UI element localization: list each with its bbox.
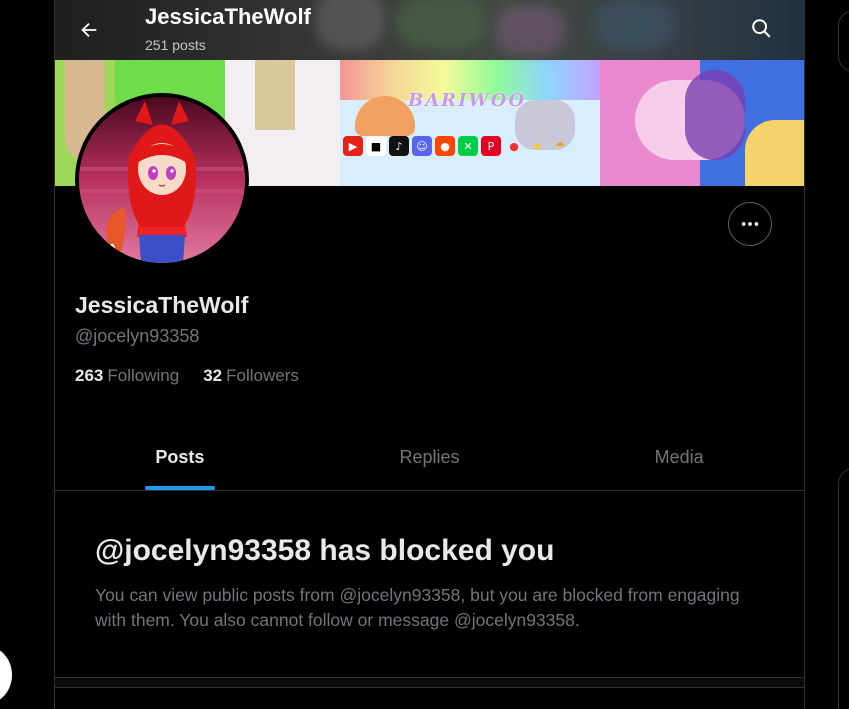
avatar-image <box>79 97 245 263</box>
header-post-count: 251 posts <box>145 37 206 53</box>
blocked-notice-title: @jocelyn93358 has blocked you <box>95 534 555 567</box>
banner-app-icons: ▶ ■ ♪ ☺ ● ✕ P ● ★ ☂ <box>343 136 570 156</box>
mushroom-icon: ● <box>509 139 519 153</box>
rainbow-icon: ☂ <box>555 139 565 153</box>
tab-replies-label: Replies <box>399 446 460 467</box>
banner-logo-text: BARIWOO <box>408 90 527 111</box>
tab-posts[interactable]: Posts <box>55 424 305 490</box>
tab-media-label: Media <box>654 446 704 467</box>
more-options-button[interactable] <box>728 202 772 246</box>
star-icon: ★ <box>532 139 542 153</box>
following-link[interactable]: 263 Following <box>75 366 179 386</box>
arrow-left-icon <box>81 22 97 38</box>
youtube-icon: ▶ <box>343 136 363 156</box>
profile-tabs: Posts Replies Media <box>55 424 804 491</box>
deviantart-icon: ✕ <box>458 136 478 156</box>
profile-header-bar: JessicaTheWolf 251 posts <box>55 0 804 60</box>
tiktok-icon: ♪ <box>389 136 409 156</box>
reddit-icon: ● <box>435 136 455 156</box>
tab-media[interactable]: Media <box>554 424 804 490</box>
followers-count: 32 <box>203 366 223 385</box>
profile-stats: 263 Following 32 Followers <box>75 366 299 386</box>
page: JessicaTheWolf 251 posts BARIWOO ▶ ■ ♪ ☺… <box>0 0 849 709</box>
discord-icon: ☺ <box>412 136 432 156</box>
following-count: 263 <box>75 366 104 385</box>
search-icon <box>752 19 771 38</box>
right-sidebar-panel-edge <box>838 468 849 709</box>
following-label: Following <box>107 366 180 385</box>
back-button[interactable] <box>69 10 109 50</box>
section-divider <box>55 677 804 688</box>
right-sidebar-edge <box>838 10 849 72</box>
followers-link[interactable]: 32 Followers <box>203 366 299 386</box>
followers-label: Followers <box>226 366 299 385</box>
profile-column: JessicaTheWolf 251 posts BARIWOO ▶ ■ ♪ ☺… <box>54 0 805 709</box>
left-floating-button-edge[interactable] <box>0 646 12 704</box>
blocked-notice-body: You can view public posts from @jocelyn9… <box>95 585 740 630</box>
tab-posts-label: Posts <box>155 446 205 467</box>
roblox-icon: ■ <box>366 136 386 156</box>
more-horizontal-icon <box>741 222 759 226</box>
profile-display-name: JessicaTheWolf <box>75 292 249 318</box>
tab-replies[interactable]: Replies <box>305 424 555 490</box>
pinterest-icon: P <box>481 136 501 156</box>
search-button[interactable] <box>741 8 781 48</box>
header-title: JessicaTheWolf <box>145 4 311 29</box>
profile-handle: @jocelyn93358 <box>75 326 200 346</box>
profile-avatar[interactable] <box>75 93 249 267</box>
active-tab-indicator <box>144 486 215 490</box>
